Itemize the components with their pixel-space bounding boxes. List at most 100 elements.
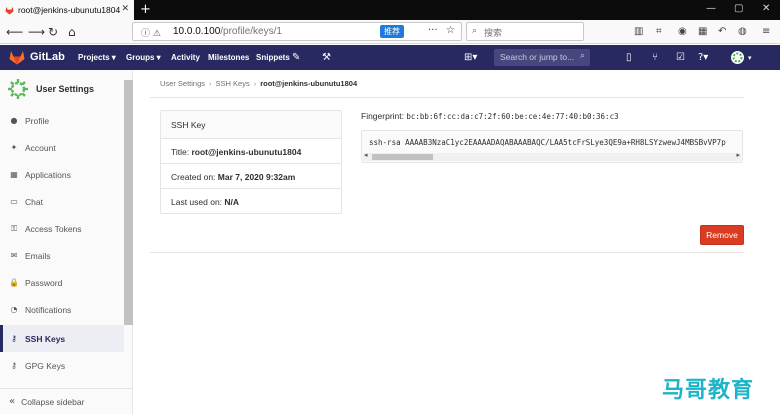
browser-tab[interactable]: root@jenkins-ubunutu1804 ✕ xyxy=(0,0,134,20)
breadcrumb-ssh-keys[interactable]: SSH Keys xyxy=(216,79,250,88)
gitlab-favicon-icon xyxy=(5,6,14,15)
sidebar-title: User Settings xyxy=(36,84,95,94)
ssh-key-title-row: Title: root@jenkins-ubunutu1804 xyxy=(161,139,341,164)
title-value: root@jenkins-ubunutu1804 xyxy=(191,147,302,157)
sidebar-item-label: Profile xyxy=(25,115,50,126)
minimize-icon[interactable]: — xyxy=(706,3,716,14)
account-icon[interactable]: ◍ xyxy=(738,26,747,37)
sidebar-item-password[interactable]: 🔒 Password xyxy=(0,269,124,296)
created-label: Created on: xyxy=(171,172,216,182)
nav-milestones[interactable]: Milestones xyxy=(208,53,249,62)
last-used-label: Last used on: xyxy=(171,197,223,207)
library-icon[interactable]: ▥ xyxy=(634,26,643,37)
sidebar-item-label: Account xyxy=(25,142,56,153)
notifications-icon: ◔ xyxy=(10,305,18,314)
browser-search-input[interactable]: ⌕ 搜索 xyxy=(466,22,584,41)
chat-bubble-icon: ▭ xyxy=(10,197,18,206)
menu-icon[interactable]: ≡ xyxy=(762,26,770,37)
sidebar-item-notifications[interactable]: ◔ Notifications xyxy=(0,296,124,323)
tab-title: root@jenkins-ubunutu1804 xyxy=(18,5,121,15)
new-tab-button[interactable]: + xyxy=(140,2,151,17)
sidebar-item-applications[interactable]: ▦ Applications xyxy=(0,161,124,188)
recommend-button[interactable]: 推荐 xyxy=(380,25,404,38)
reload-icon[interactable]: ↻ xyxy=(48,25,58,39)
breadcrumb-current[interactable]: root@jenkins-ubunutu1804 xyxy=(260,79,357,88)
last-used-value: N/A xyxy=(224,197,240,207)
scroll-left-icon[interactable]: ◂ xyxy=(364,151,368,159)
ssh-key-text[interactable]: ssh-rsa AAAAB3NzaC1yc2EAAAADAQABAAABAQC/… xyxy=(369,138,726,147)
gitlab-search-input[interactable]: Search or jump to... ⌕ xyxy=(494,49,590,66)
merge-requests-icon[interactable]: ⑂ xyxy=(652,52,658,63)
todos-icon[interactable]: ☑ xyxy=(676,52,685,63)
watermark-logo: 马哥教育 xyxy=(662,378,755,403)
remove-button[interactable]: Remove xyxy=(700,225,744,245)
page-actions-icon[interactable]: ··· xyxy=(428,25,438,36)
key-horizontal-scrollbar[interactable]: ◂ ▸ xyxy=(363,151,741,161)
home-icon[interactable]: ⌂ xyxy=(68,25,76,39)
scrollbar-thumb[interactable] xyxy=(372,154,433,160)
sidebar-item-label: Password xyxy=(25,277,63,288)
title-label: Title: xyxy=(171,147,190,157)
ssh-key-last-used-row: Last used on: N/A xyxy=(161,189,341,214)
tab-close-icon[interactable]: ✕ xyxy=(121,4,129,14)
breadcrumb-divider xyxy=(150,97,744,98)
avatar-dropdown-icon[interactable]: ▾ xyxy=(748,54,752,62)
gitlab-search-placeholder: Search or jump to... xyxy=(500,52,575,62)
sidebar-item-label: SSH Keys xyxy=(25,333,66,344)
sidebar-item-label: Chat xyxy=(25,196,43,207)
sidebar-item-profile[interactable]: ● Profile xyxy=(0,107,124,134)
forward-icon[interactable]: ⟶ xyxy=(28,25,45,39)
maximize-icon[interactable]: ▢ xyxy=(734,3,743,14)
scroll-right-icon[interactable]: ▸ xyxy=(736,151,740,159)
nav-projects[interactable]: Projects ▾ xyxy=(78,53,116,62)
fingerprint-value: bc:bb:6f:cc:da:c7:2f:60:be:ce:4e:77:40:b… xyxy=(406,112,619,121)
nav-activity[interactable]: Activity xyxy=(171,53,200,62)
gitlab-search-icon: ⌕ xyxy=(579,51,585,61)
collapse-icon: « xyxy=(9,396,16,407)
admin-wrench-icon[interactable]: ✎ xyxy=(292,52,300,63)
nav-groups[interactable]: Groups ▾ xyxy=(126,53,161,62)
undo-icon[interactable]: ↶ xyxy=(718,26,726,37)
sidebar-item-emails[interactable]: ✉ Emails xyxy=(0,242,124,269)
ssh-key-created-row: Created on: Mar 7, 2020 9:32am xyxy=(161,164,341,189)
ssh-key-card: SSH Key Title: root@jenkins-ubunutu1804 … xyxy=(160,110,342,214)
gitlab-brand[interactable]: GitLab xyxy=(30,51,65,63)
url-text[interactable]: 10.0.0.100/profile/keys/1 xyxy=(173,26,282,37)
created-value: Mar 7, 2020 9:32am xyxy=(217,172,296,182)
sidebar-item-gpg-keys[interactable]: ⚷ GPG Keys xyxy=(0,352,124,379)
collapse-sidebar-label: Collapse sidebar xyxy=(21,396,85,407)
nav-snippets[interactable]: Snippets xyxy=(256,53,290,62)
issues-icon[interactable]: ▯ xyxy=(626,52,632,63)
gitlab-logo-icon[interactable] xyxy=(9,50,25,65)
screenshot-icon[interactable]: ⌗ xyxy=(656,26,662,37)
sidebar-item-label: Notifications xyxy=(25,304,72,315)
user-settings-avatar-icon xyxy=(8,79,28,99)
sidebar-header[interactable]: User Settings xyxy=(7,78,94,100)
grid-icon[interactable]: ▦ xyxy=(698,26,707,37)
sidebar-item-access-tokens[interactable]: ⚿ Access Tokens xyxy=(0,215,124,242)
bookmark-star-icon[interactable]: ☆ xyxy=(446,25,455,36)
close-window-icon[interactable]: ✕ xyxy=(762,3,770,14)
user-avatar[interactable] xyxy=(731,51,744,64)
sidebar-item-account[interactable]: ✦ Account xyxy=(0,134,124,161)
sidebar-item-chat[interactable]: ▭ Chat xyxy=(0,188,124,215)
breadcrumb-user-settings[interactable]: User Settings xyxy=(160,79,205,88)
collapse-sidebar-button[interactable]: « Collapse sidebar xyxy=(0,388,133,414)
back-icon[interactable]: ⟵ xyxy=(6,25,23,39)
plus-dropdown-icon[interactable]: ⊞▾ xyxy=(464,52,477,63)
lock-icon: 🔒 xyxy=(9,278,19,287)
fingerprint-label: Fingerprint: xyxy=(361,111,404,121)
applications-icon: ▦ xyxy=(10,170,18,179)
key-icon: ⚷ xyxy=(11,334,17,343)
insecure-lock-icon[interactable]: ⓘ ⚠ xyxy=(141,26,161,39)
search-icon: ⌕ xyxy=(472,26,478,36)
help-icon[interactable]: ?▾ xyxy=(698,52,708,63)
chat-icon[interactable]: ◉ xyxy=(678,26,687,37)
ssh-key-text-box[interactable]: ssh-rsa AAAAB3NzaC1yc2EAAAADAQABAAABAQC/… xyxy=(361,130,743,163)
wrench-icon[interactable]: ⚒ xyxy=(322,52,331,63)
sidebar-scrollbar[interactable] xyxy=(124,80,133,325)
search-placeholder: 搜索 xyxy=(484,29,503,39)
url-bar[interactable]: ⓘ ⚠ 10.0.0.100/profile/keys/1 推荐 ··· ☆ xyxy=(132,22,462,41)
fingerprint: Fingerprint: bc:bb:6f:cc:da:c7:2f:60:be:… xyxy=(361,111,619,121)
sidebar-item-ssh-keys[interactable]: ⚷ SSH Keys xyxy=(0,325,124,352)
